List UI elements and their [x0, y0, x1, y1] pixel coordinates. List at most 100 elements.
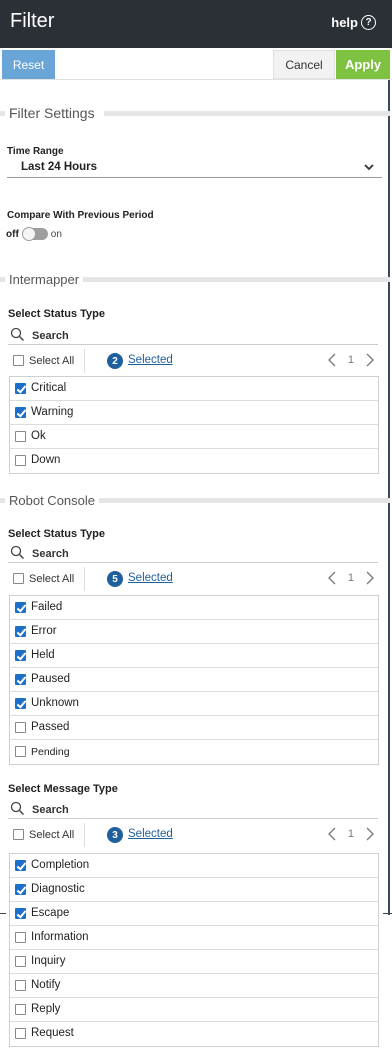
item-checkbox[interactable]: [15, 1028, 26, 1039]
list-item[interactable]: Warning: [10, 401, 378, 425]
list-item[interactable]: Notify: [10, 974, 378, 998]
selected-link[interactable]: Selected: [128, 572, 173, 584]
list-item[interactable]: Pending: [10, 740, 378, 764]
item-label: Information: [31, 931, 89, 943]
item-checkbox[interactable]: [15, 908, 26, 919]
compare-toggle-row: off on: [6, 227, 62, 241]
cancel-button[interactable]: Cancel: [273, 50, 335, 79]
pager: 1: [327, 353, 374, 367]
chevron-left-icon[interactable]: [327, 353, 336, 367]
help-label: help: [331, 15, 358, 30]
list-item[interactable]: Diagnostic: [10, 878, 378, 902]
list-item[interactable]: Held: [10, 644, 378, 668]
selected-count-badge: 2: [107, 353, 123, 369]
item-checkbox[interactable]: [15, 455, 26, 466]
section-heading: Filter Settings: [9, 105, 99, 121]
list-item[interactable]: Request: [10, 1022, 378, 1046]
list-item[interactable]: Completion: [10, 854, 378, 878]
item-label: Paused: [31, 673, 71, 685]
divider: [94, 498, 390, 503]
item-label: Completion: [31, 859, 90, 871]
item-checkbox[interactable]: [15, 722, 26, 733]
search-input[interactable]: Search: [8, 801, 378, 819]
compare-toggle[interactable]: [21, 227, 48, 241]
item-label: Unknown: [31, 697, 79, 709]
divider: [84, 823, 85, 847]
item-checkbox[interactable]: [15, 431, 26, 442]
select-all-checkbox[interactable]: [13, 829, 24, 840]
list-item[interactable]: Ok: [10, 425, 378, 449]
action-bar: Reset Cancel Apply: [0, 48, 392, 80]
item-checkbox[interactable]: [15, 1004, 26, 1015]
list-item[interactable]: Failed: [10, 596, 378, 620]
search-icon: [10, 801, 25, 816]
list-item[interactable]: Passed: [10, 716, 378, 740]
list-item[interactable]: Paused: [10, 668, 378, 692]
list-item[interactable]: Critical: [10, 377, 378, 401]
chevron-left-icon[interactable]: [327, 827, 336, 841]
item-checkbox[interactable]: [15, 602, 26, 613]
item-label: Error: [31, 625, 57, 637]
item-checkbox[interactable]: [15, 746, 26, 757]
chevron-left-icon[interactable]: [327, 571, 336, 585]
list-item[interactable]: Down: [10, 449, 378, 473]
page-number: 1: [347, 572, 354, 584]
item-label: Reply: [31, 1003, 61, 1015]
item-label: Failed: [31, 601, 63, 613]
item-checkbox[interactable]: [15, 980, 26, 991]
list-item[interactable]: Inquiry: [10, 950, 378, 974]
item-checkbox[interactable]: [15, 956, 26, 967]
toggle-knob: [21, 227, 36, 241]
list-item[interactable]: Reply: [10, 998, 378, 1022]
list-item[interactable]: Unknown: [10, 692, 378, 716]
time-range-label: Time Range: [7, 146, 64, 157]
divider: [0, 913, 6, 914]
compare-label: Compare With Previous Period: [7, 210, 154, 221]
reset-button[interactable]: Reset: [2, 50, 55, 79]
search-placeholder: Search: [32, 330, 69, 342]
header-bar: Filter help ?: [0, 0, 392, 48]
item-checkbox[interactable]: [15, 932, 26, 943]
select-all-checkbox[interactable]: [13, 573, 24, 584]
divider: [0, 277, 5, 282]
divider: [84, 567, 85, 591]
select-all-checkbox[interactable]: [13, 355, 24, 366]
list-item[interactable]: Information: [10, 926, 378, 950]
item-label: Warning: [31, 406, 74, 418]
pager: 1: [327, 827, 374, 841]
search-icon: [10, 545, 25, 560]
apply-button[interactable]: Apply: [336, 50, 390, 79]
chevron-right-icon[interactable]: [366, 571, 374, 585]
item-checkbox[interactable]: [15, 383, 26, 394]
item-checkbox[interactable]: [15, 650, 26, 661]
selected-count-badge: 3: [107, 827, 123, 843]
list-item[interactable]: Error: [10, 620, 378, 644]
help-button[interactable]: help ?: [331, 15, 376, 30]
chevron-right-icon[interactable]: [366, 353, 374, 367]
item-checkbox[interactable]: [15, 884, 26, 895]
item-checkbox[interactable]: [15, 407, 26, 418]
item-checkbox[interactable]: [15, 698, 26, 709]
page-title: Filter: [10, 10, 55, 32]
item-label: Notify: [31, 979, 61, 991]
time-range-dropdown[interactable]: Last 24 Hours: [7, 158, 382, 178]
selected-link[interactable]: Selected: [128, 828, 173, 840]
divider: [0, 111, 5, 116]
item-label: Ok: [31, 430, 46, 442]
search-input[interactable]: Search: [8, 327, 378, 345]
divider: [0, 498, 5, 503]
select-all-row: Select All 5 Selected 1: [8, 566, 378, 592]
selected-link[interactable]: Selected: [128, 354, 173, 366]
section-intermapper: Intermapper: [0, 272, 390, 288]
page-number: 1: [347, 354, 354, 366]
select-all-row: Select All 3 Selected 1: [8, 822, 378, 848]
item-label: Pending: [31, 746, 70, 758]
chevron-right-icon[interactable]: [366, 827, 374, 841]
item-checkbox[interactable]: [15, 674, 26, 685]
list-item[interactable]: Escape: [10, 902, 378, 926]
search-input[interactable]: Search: [8, 545, 378, 563]
item-checkbox[interactable]: [15, 860, 26, 871]
time-range-value: Last 24 Hours: [21, 161, 98, 173]
pager: 1: [327, 571, 374, 585]
item-checkbox[interactable]: [15, 626, 26, 637]
